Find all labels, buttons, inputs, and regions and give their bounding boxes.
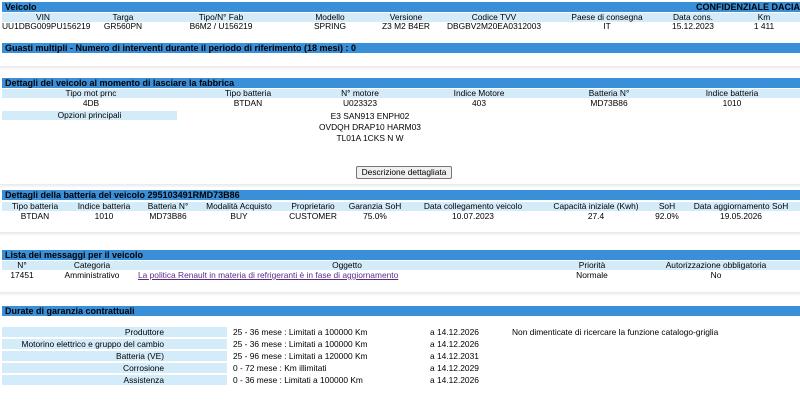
battery-index: 1010	[94, 211, 114, 221]
message-category: Amministrativo	[64, 270, 120, 280]
factory-value-row: 4DB BTDAN U023323 403 MD73B86 1010	[2, 99, 800, 108]
message-number: 17451	[10, 270, 34, 280]
battery-col-owner: Proprietario	[291, 201, 335, 211]
factory-header-row: Tipo mot prnc Tipo batteria N° motore In…	[2, 89, 800, 98]
factory-col-battery-type: Tipo batteria	[224, 88, 272, 98]
warranty-until-battery: a 14.12.2031	[430, 351, 479, 361]
confidential-label: CONFIDENZIALE DACIA	[696, 2, 800, 12]
section-separator	[0, 66, 800, 70]
messages-col-auth: Autorizzazione obbligatoria	[665, 260, 767, 270]
warranty-duration-corrosion: 0 - 72 mese : Km illimitati	[233, 363, 327, 373]
warranty-duration-manufacturer: 25 - 36 mese : Limitati a 100000 Km	[233, 327, 368, 337]
warranty-label-manufacturer: Produttore	[2, 327, 227, 337]
options-line-3: TL01A 1CKS N W	[336, 133, 404, 143]
message-row: 17451 Amministrativo La politica Renault…	[2, 271, 800, 280]
battery-col-no: Batteria N°	[147, 201, 189, 211]
section-separator	[0, 184, 800, 188]
battery-type: BTDAN	[20, 211, 50, 221]
options-line-1: E3 SAN913 ENPH02	[330, 111, 410, 121]
vehicle-version: Z3 M2 B4ER	[382, 21, 430, 31]
battery-purchase-mode: BUY	[230, 211, 248, 221]
vehicle-type: B6M2 / U156219	[189, 21, 253, 31]
battery-owner: CUSTOMER	[289, 211, 337, 221]
battery-no: MD73B86	[149, 211, 187, 221]
battery-col-type: Tipo batteria	[11, 201, 59, 211]
messages-col-number: N°	[17, 260, 27, 270]
factory-section-title: Dettagli del veicolo al momento di lasci…	[5, 78, 235, 88]
detailed-description-button[interactable]: Descrizione dettagliata	[356, 166, 452, 179]
warranty-label-assistance: Assistenza	[2, 375, 227, 385]
vehicle-tvv: DBGBV2M20EA0312003	[446, 21, 542, 31]
vehicle-section-title: Veicolo	[5, 2, 37, 12]
messages-col-subject: Oggetto	[332, 260, 362, 270]
battery-soh-update: 19.05.2026	[720, 211, 762, 221]
factory-col-engine-type: Tipo mot prnc	[65, 88, 117, 98]
messages-col-category: Categoria	[73, 260, 111, 270]
factory-battery-type: BTDAN	[233, 98, 263, 108]
battery-col-index: Indice batteria	[77, 201, 131, 211]
warranty-duration-motor: 25 - 36 mese : Limitati a 100000 Km	[233, 339, 368, 349]
messages-section-header: Lista dei messaggi per il veicolo	[2, 250, 800, 260]
battery-capacity: 27.4	[587, 211, 605, 221]
warranty-duration-battery: 25 - 96 mese : Limitati a 120000 Km	[233, 351, 368, 361]
battery-section-title: Dettagli della batteria del veicolo 2951…	[5, 190, 240, 200]
vehicle-plate: GR560PN	[103, 21, 143, 31]
vehicle-vin: UU1DBG009PU156219	[2, 21, 91, 31]
factory-engine-index: 403	[472, 98, 486, 108]
message-auth: No	[710, 270, 722, 280]
warranty-until-corrosion: a 14.12.2029	[430, 363, 479, 373]
warranty-until-manufacturer: a 14.12.2026	[430, 327, 479, 337]
battery-connection-date: 10.07.2023	[452, 211, 494, 221]
factory-battery-index: 1010	[722, 98, 742, 108]
message-subject-link[interactable]: La politica Renault in materia di refrig…	[138, 271, 398, 280]
factory-engine-no: U023323	[343, 98, 377, 108]
factory-col-battery-index: Indice batteria	[705, 88, 759, 98]
factory-engine-type: 4DB	[82, 98, 100, 108]
vehicle-country: IT	[603, 21, 611, 31]
warranty-label-motor: Motorino elettrico e gruppo del cambio	[2, 339, 227, 349]
factory-col-engine-no: N° motore	[341, 88, 379, 98]
multiple-failures-bar: Guasti multipli - Numero di interventi d…	[2, 43, 800, 53]
messages-col-priority: Priorità	[578, 260, 606, 270]
factory-section-header: Dettagli del veicolo al momento di lasci…	[2, 78, 800, 88]
section-separator	[0, 292, 800, 296]
battery-col-soh-update: Data aggiornamento SoH	[693, 201, 789, 211]
messages-section-title: Lista dei messaggi per il veicolo	[5, 250, 144, 260]
vehicle-model: SPRING	[313, 21, 347, 31]
factory-col-battery-no: Batteria N°	[588, 88, 630, 98]
battery-soh: 92.0%	[655, 211, 679, 221]
vehicle-delivery-date: 15.12.2023	[672, 21, 714, 31]
warranty-until-motor: a 14.12.2026	[430, 339, 479, 349]
battery-value-row: BTDAN 1010 MD73B86 BUY CUSTOMER 75.0% 10…	[2, 212, 800, 221]
warranty-section-header: Durate di garanzia contrattuali	[2, 306, 800, 316]
battery-col-purchase-mode: Modalità Acquisto	[206, 201, 272, 211]
message-priority: Normale	[576, 270, 608, 280]
vehicle-value-row: UU1DBG009PU156219 GR560PN B6M2 / U156219…	[2, 22, 800, 31]
factory-battery-no: MD73B86	[590, 98, 628, 108]
section-separator	[0, 232, 800, 236]
warranty-duration-assistance: 0 - 36 mese : Limitati a 100000 Km	[233, 375, 363, 385]
battery-header-row: Tipo batteria Indice batteria Batteria N…	[2, 202, 800, 211]
messages-header-row: N° Categoria Oggetto Priorità Autorizzaz…	[2, 261, 800, 270]
warranty-section-title: Durate di garanzia contrattuali	[5, 306, 135, 316]
warranty-until-assistance: a 14.12.2026	[430, 375, 479, 385]
warranty-label-battery: Batteria (VE)	[2, 351, 227, 361]
vehicle-section-header: Veicolo CONFIDENZIALE DACIA	[2, 2, 800, 12]
options-line-2: OVDQH DRAP10 HARM03	[319, 122, 421, 132]
battery-col-soh: SoH	[658, 201, 676, 211]
battery-col-capacity: Capacità iniziale (Kwh)	[553, 201, 639, 211]
warranty-label-corrosion: Corrosione	[2, 363, 227, 373]
battery-col-connection-date: Data collegamento veicolo	[423, 201, 523, 211]
battery-soh-warranty: 75.0%	[363, 211, 387, 221]
factory-col-engine-index: Indice Motore	[453, 88, 505, 98]
battery-col-soh-warranty: Garanzia SoH	[348, 201, 402, 211]
battery-section-header: Dettagli della batteria del veicolo 2951…	[2, 190, 800, 200]
vehicle-km: 1 411	[753, 21, 775, 31]
warranty-note: Non dimenticate di ricercare la funzione…	[512, 327, 719, 337]
multiple-failures-text: Guasti multipli - Numero di interventi d…	[5, 43, 357, 53]
options-label: Opzioni principali	[2, 111, 177, 120]
